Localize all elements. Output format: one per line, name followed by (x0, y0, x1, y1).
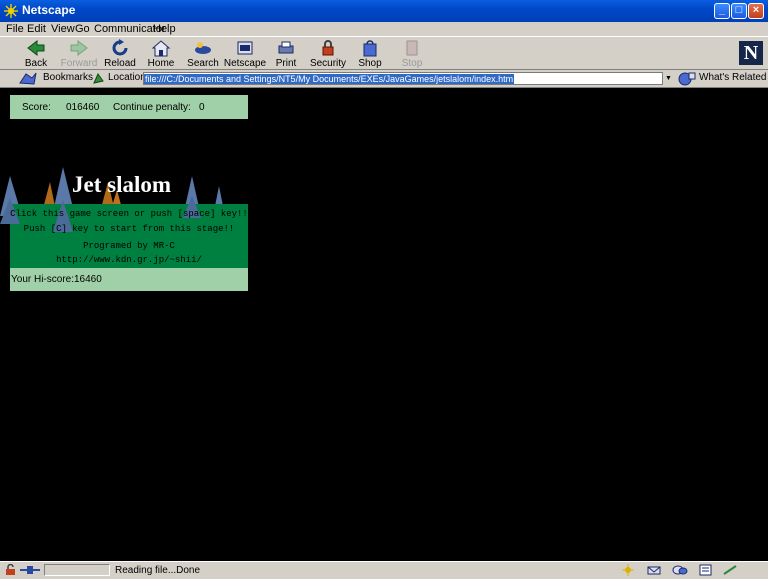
stop-icon (406, 40, 418, 56)
forward-label: Forward (60, 58, 98, 69)
navigator-component-icon[interactable] (620, 564, 636, 576)
menu-bar: File Edit View Go Communicator Help (0, 22, 768, 36)
bookmarks-button[interactable]: Bookmarks (43, 72, 93, 83)
netscape-portal-icon (237, 41, 253, 55)
shop-bag-icon (363, 40, 377, 57)
menu-view[interactable]: View (51, 23, 75, 35)
shop-button[interactable]: Shop (348, 38, 392, 70)
newsgroups-component-icon[interactable] (672, 564, 688, 576)
menu-help[interactable]: Help (153, 23, 176, 35)
minimize-button[interactable]: _ (714, 3, 730, 19)
progress-bar (44, 564, 110, 576)
close-button[interactable]: × (748, 3, 764, 19)
security-button[interactable]: Security (306, 38, 350, 70)
menu-edit[interactable]: Edit (27, 23, 46, 35)
whats-related-icon (678, 72, 696, 86)
stop-label: Stop (401, 58, 423, 69)
stop-button[interactable]: Stop (390, 38, 434, 70)
mail-component-icon[interactable] (646, 564, 662, 576)
location-toolbar: Bookmarks Location: file:///C:/Documents… (0, 70, 768, 88)
location-url-field[interactable]: file:///C:/Documents and Settings/NT5/My… (143, 72, 673, 85)
credits-url: http://www.kdn.gr.jp/~shii/ (56, 255, 202, 265)
search-icon (195, 42, 211, 54)
search-button[interactable]: Search (181, 38, 225, 70)
print-icon (278, 41, 294, 54)
reload-label: Reload (104, 58, 136, 69)
whats-related-button[interactable]: What's Related (699, 72, 767, 83)
netscape-label: Netscape (223, 58, 267, 69)
composer-component-icon[interactable] (698, 564, 714, 576)
status-bar: Reading file...Done (0, 561, 768, 579)
status-signal-icon (723, 565, 737, 575)
print-label: Print (275, 58, 297, 69)
hiscore-text: Your Hi-score:16460 (11, 274, 102, 285)
netscape-button[interactable]: Netscape (223, 38, 267, 70)
menu-go[interactable]: Go (75, 23, 90, 35)
back-button[interactable]: Back (14, 38, 58, 70)
instruction-start: Click this game screen or push [space] k… (10, 209, 248, 219)
title-bar: Netscape _ □ × (0, 0, 768, 22)
print-button[interactable]: Print (264, 38, 308, 70)
url-history-dropdown[interactable]: ▼ (662, 72, 674, 85)
home-icon (151, 40, 171, 57)
home-label: Home (147, 58, 175, 69)
page-proxy-icon[interactable] (92, 72, 105, 85)
instruction-continue: Push [C] key to start from this stage!! (23, 224, 235, 234)
forward-button[interactable]: Forward (57, 38, 101, 70)
bookmarks-icon (19, 72, 37, 85)
security-lock-icon (322, 40, 334, 56)
netscape-n-logo[interactable]: N (739, 41, 763, 65)
netscape-app-icon (4, 4, 18, 18)
status-message: Reading file...Done (115, 565, 201, 576)
credits-author: Programed by MR-C (83, 241, 175, 251)
page-content: Score: 016460 Continue penalty: 0 Jet sl… (0, 88, 768, 561)
back-arrow-icon (27, 39, 45, 57)
home-button[interactable]: Home (139, 38, 183, 70)
reload-button[interactable]: Reload (98, 38, 142, 70)
location-url-text: file:///C:/Documents and Settings/NT5/My… (144, 74, 515, 84)
search-label: Search (187, 58, 219, 69)
window-title: Netscape (22, 3, 76, 17)
back-label: Back (24, 58, 48, 69)
hiscore-panel: Your Hi-score:16460 (10, 268, 248, 291)
security-label: Security (309, 58, 347, 69)
menu-file[interactable]: File (6, 23, 24, 35)
shop-label: Shop (358, 58, 382, 69)
reload-icon (112, 39, 128, 56)
security-status-icon[interactable] (3, 564, 19, 576)
maximize-button[interactable]: □ (731, 3, 747, 19)
forward-arrow-icon (70, 39, 88, 57)
connection-status-icon (20, 566, 40, 574)
game-title: Jet slalom (72, 172, 172, 197)
navigation-toolbar: Back Forward Reload Home Search Netscape… (0, 36, 768, 70)
